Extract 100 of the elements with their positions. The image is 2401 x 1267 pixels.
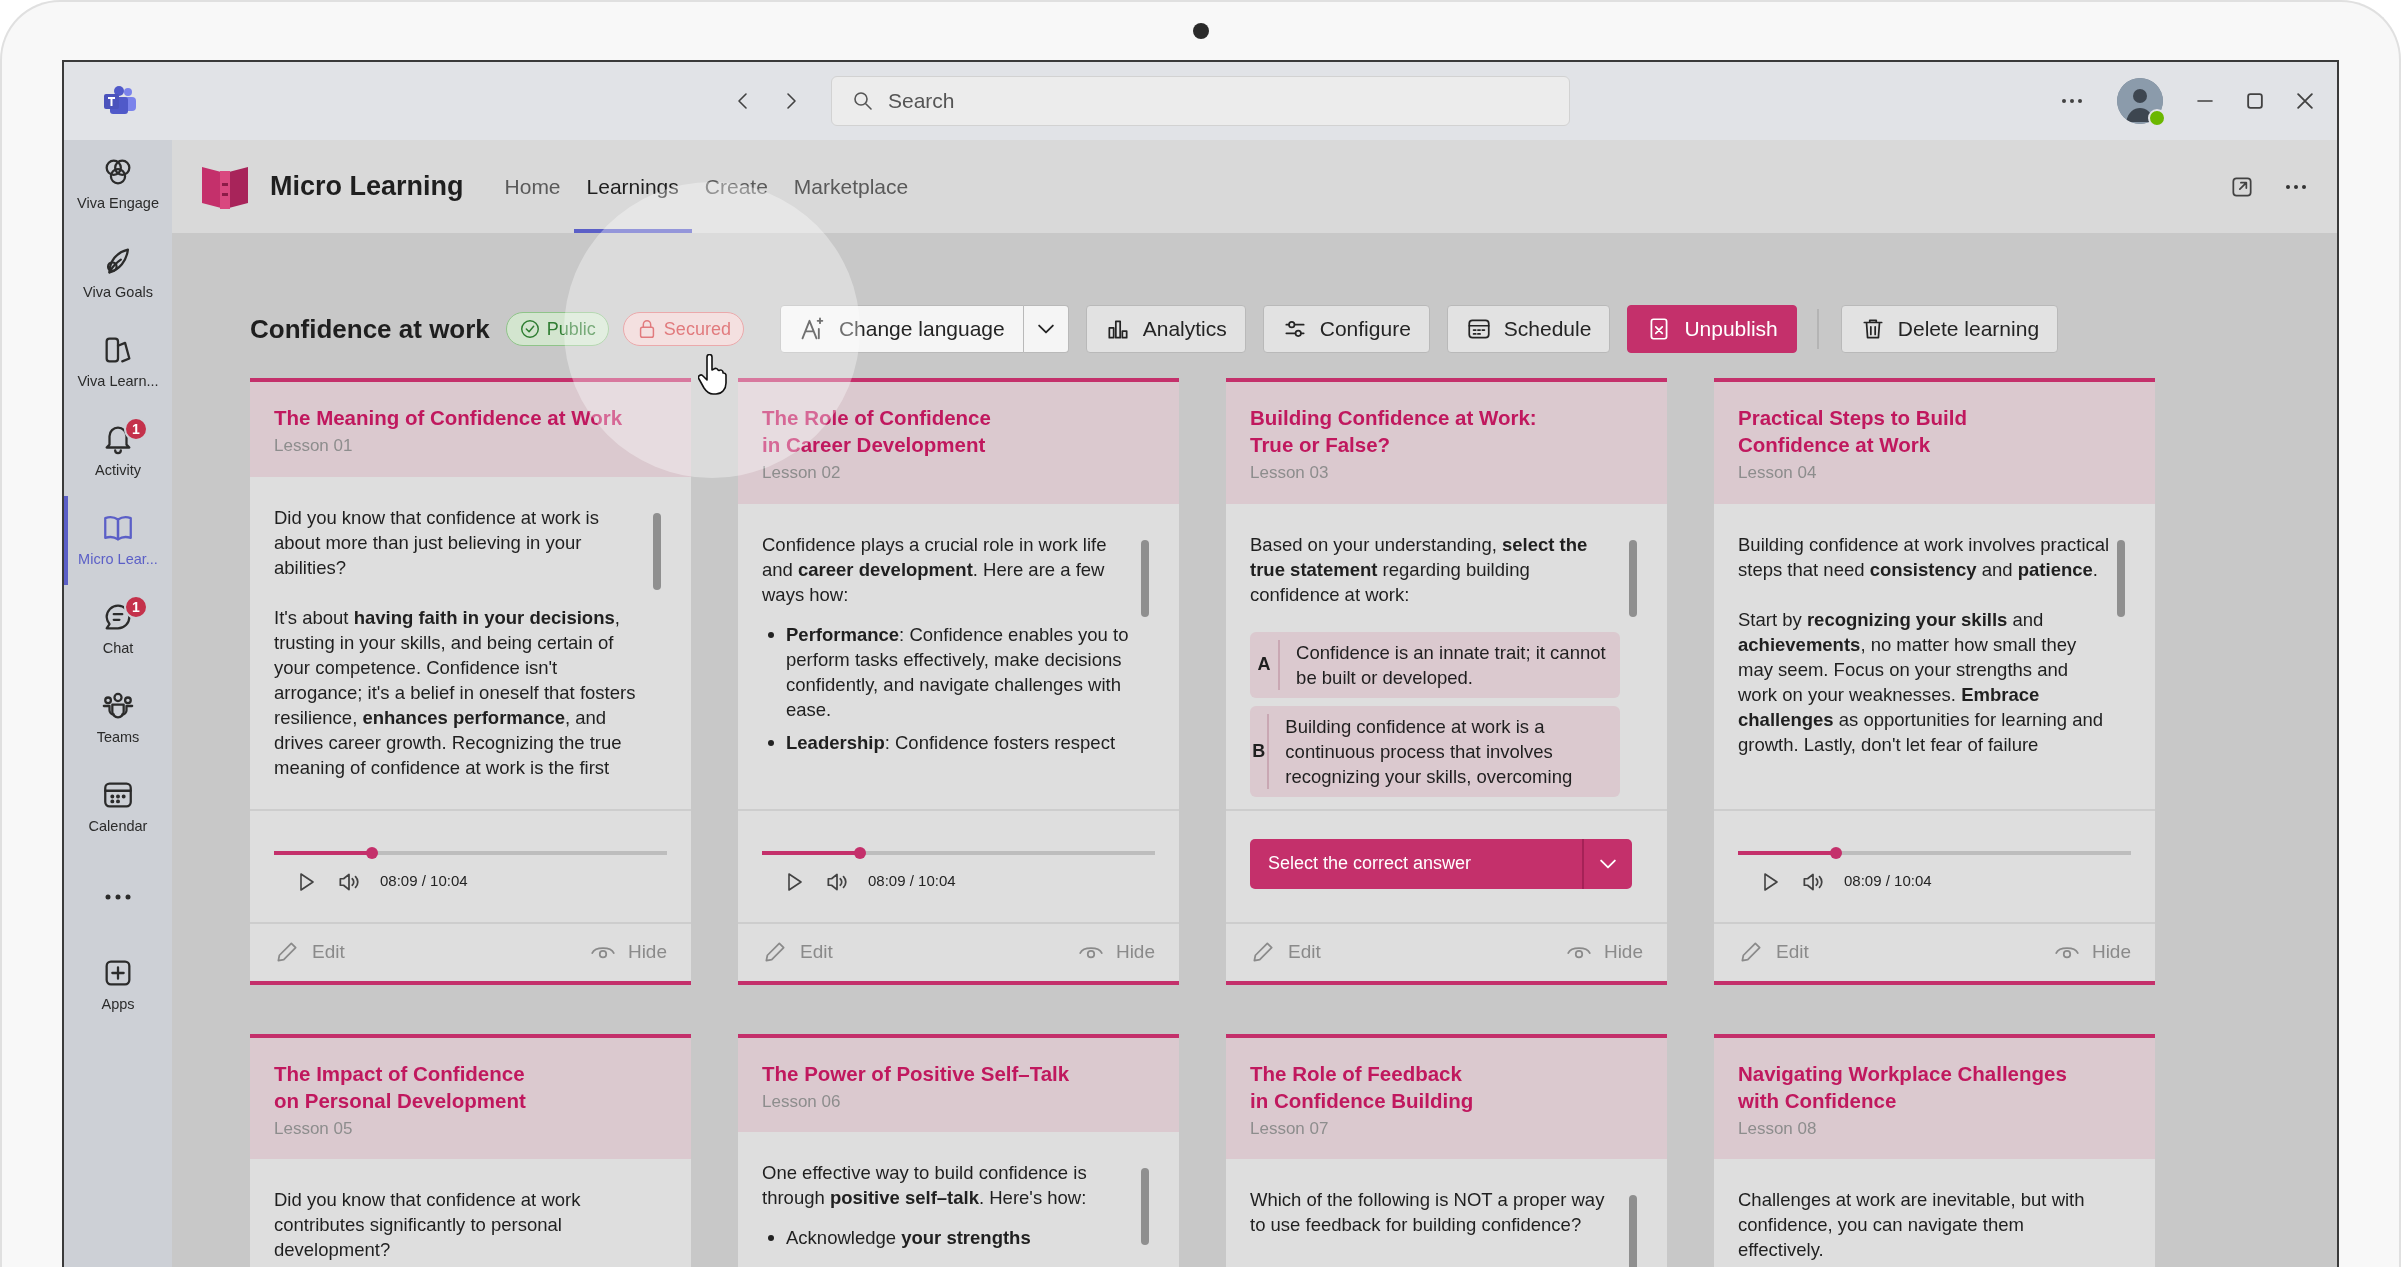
rail-item[interactable]: Activity 1: [64, 407, 172, 496]
answer-option[interactable]: B Building confidence at work is a continuous process that involves recognizing your skills, overcoming: [1250, 705, 1620, 797]
rail-label: Viva Engage: [77, 193, 159, 213]
maximize-button[interactable]: [2247, 93, 2263, 109]
status-badge: Public: [505, 312, 609, 346]
option-text: Building confidence at work is a continuous process that involves recognizing your skills, overcoming: [1267, 713, 1620, 789]
playback-time: 08:09 / 10:04: [1844, 871, 1932, 892]
more-button[interactable]: [2285, 183, 2307, 190]
rail-label: Calendar: [88, 816, 148, 836]
lesson-number: Lesson 08: [1738, 1117, 1818, 1140]
rail-label: Teams: [96, 727, 140, 747]
nav-tab[interactable]: Create: [691, 140, 781, 233]
rail-item[interactable]: Teams: [64, 674, 172, 763]
presence-dot: [2148, 109, 2166, 127]
toolbar-button[interactable]: Analytics: [1085, 305, 1246, 353]
slider-thumb[interactable]: [1830, 846, 1843, 859]
toolbar-button[interactable]: Change language: [779, 305, 1024, 353]
lesson-title[interactable]: Building Confidence at Work: True or False?: [1250, 404, 1643, 458]
bullet-text: Acknowledge your strengths: [786, 1226, 1031, 1250]
toolbar-button[interactable]: Unpublish: [1627, 305, 1797, 353]
nav-tab[interactable]: Home: [491, 140, 574, 233]
rail-item[interactable]: Viva Goals: [64, 229, 172, 318]
rail-label: Activity: [95, 460, 141, 480]
hide-button[interactable]: Hide: [589, 937, 667, 967]
lesson-number: Lesson 01: [274, 435, 354, 457]
slider-thumb[interactable]: [854, 846, 867, 859]
edit-button[interactable]: Edit: [762, 937, 833, 967]
scrollbar-thumb[interactable]: [2117, 539, 2125, 617]
more-button[interactable]: [2061, 98, 2083, 104]
lesson-title[interactable]: The Impact of Confidence on Personal Development: [274, 1059, 667, 1114]
user-avatar[interactable]: [2117, 78, 2163, 124]
search-icon: [851, 89, 875, 113]
slider-thumb[interactable]: [366, 846, 379, 859]
calendar-icon: [1465, 316, 1492, 342]
lesson-title[interactable]: The Role of Confidence in Career Development: [762, 404, 1155, 458]
nav-tab[interactable]: Learnings: [573, 140, 692, 233]
search-field[interactable]: Search: [831, 76, 1570, 126]
app-logo[interactable]: [104, 86, 138, 116]
rail-item[interactable]: Apps: [64, 941, 172, 1030]
toolbar-button[interactable]: Configure: [1262, 305, 1430, 353]
edit-button[interactable]: Edit: [274, 937, 345, 967]
notification-badge: 1: [124, 595, 148, 619]
app-title: Micro Learning: [270, 170, 464, 204]
rail-item[interactable]: Viva Learn...: [64, 318, 172, 407]
more-icon: [2285, 183, 2307, 190]
maximize-icon: [2247, 93, 2263, 109]
hide-button[interactable]: Hide: [2053, 937, 2131, 967]
lesson-title[interactable]: The Meaning of Confidence at Work: [274, 404, 667, 431]
toolbar-button[interactable]: Schedule: [1446, 305, 1611, 353]
status-badge: Secured: [622, 312, 744, 346]
playback-time: 08:09 / 10:04: [868, 871, 956, 892]
body-text: One effective way to build confidence is through positive self–talk. Here's how:: [762, 1161, 1088, 1210]
lesson-title[interactable]: Practical Steps to Build Confidence at Work: [1738, 404, 2131, 458]
scrollbar-thumb[interactable]: [1629, 539, 1637, 617]
close-button[interactable]: [2297, 93, 2313, 109]
rail-label: Viva Goals: [83, 282, 153, 302]
lesson-title[interactable]: Navigating Workplace Challenges with Confidence: [1738, 1059, 2131, 1114]
rail-item[interactable]: Viva Engage: [64, 140, 172, 229]
edit-button[interactable]: Edit: [1738, 937, 1809, 967]
body-text: Did you know that confidence at work contributes significantly to personal development?: [274, 1188, 582, 1262]
lesson-title[interactable]: The Role of Feedback in Confidence Building: [1250, 1059, 1643, 1114]
rail-item[interactable]: Chat 1: [64, 585, 172, 674]
hide-button[interactable]: Hide: [1565, 937, 1643, 967]
nav-tab[interactable]: Marketplace: [780, 140, 922, 233]
lesson-number: Lesson 05: [274, 1117, 354, 1140]
camera-lens: [1192, 23, 1209, 39]
caret-icon: [1600, 858, 1616, 869]
scrollbar-thumb[interactable]: [1141, 539, 1149, 617]
toolbar-button[interactable]: Delete learning: [1840, 305, 2059, 353]
rail-label: Viva Learn...: [77, 371, 159, 391]
playback-time: 08:09 / 10:04: [380, 871, 468, 892]
hide-button[interactable]: Hide: [1077, 937, 1155, 967]
body-text: Building confidence at work involves practical steps that need consistency and patience.: [1738, 532, 2110, 582]
rail-item[interactable]: Micro Lear...: [64, 496, 172, 585]
bullet-text: Performance: Confidence enables you to perform tasks effectively, make decisions confidently, and navigate challenges with ease.: [786, 622, 1130, 722]
notification-badge: 1: [124, 417, 148, 441]
rail-label: Apps: [101, 994, 135, 1014]
scrollbar-thumb[interactable]: [653, 512, 661, 590]
dropdown-button[interactable]: [1582, 838, 1632, 889]
pencil-icon: [1250, 939, 1276, 965]
learning-title: Confidence at work: [250, 312, 490, 346]
minimize-icon: [2197, 99, 2213, 103]
more-icon: [105, 893, 131, 900]
minimize-button[interactable]: [2197, 99, 2213, 103]
body-text: It's about having faith in your decisions, trusting in your skills, and being certain of your competence. Confidence isn't arrogance; it's a belief in oneself that fosters resilience, enhances performance, and drives career growth. Recognizing the true meaning of confidence at work is the first: [274, 605, 637, 780]
scrollbar-thumb[interactable]: [1629, 1195, 1637, 1267]
answer-select-button[interactable]: Select the correct answer: [1250, 838, 1582, 889]
scrollbar-thumb[interactable]: [1141, 1168, 1149, 1245]
lesson-number: Lesson 04: [1738, 462, 1818, 484]
body-text: Confidence plays a crucial role in work life and career development. Here are a few ways how:: [762, 532, 1108, 607]
close-icon: [2297, 93, 2313, 109]
option-text: Confidence is an innate trait; it cannot be built or developed.: [1278, 639, 1620, 690]
rail-item[interactable]: Calendar: [64, 763, 172, 852]
edit-button[interactable]: Edit: [1250, 937, 1321, 967]
answer-option[interactable]: A Confidence is an innate trait; it cannot be built or developed.: [1250, 631, 1620, 698]
body-text: Did you know that confidence at work is about more than just believing in your abilities?: [274, 505, 600, 580]
check-circle-icon: [518, 318, 541, 340]
hand-cursor-icon: [698, 354, 728, 396]
option-letter: A: [1256, 653, 1272, 676]
lesson-title[interactable]: The Power of Positive Self–Talk: [762, 1059, 1155, 1087]
